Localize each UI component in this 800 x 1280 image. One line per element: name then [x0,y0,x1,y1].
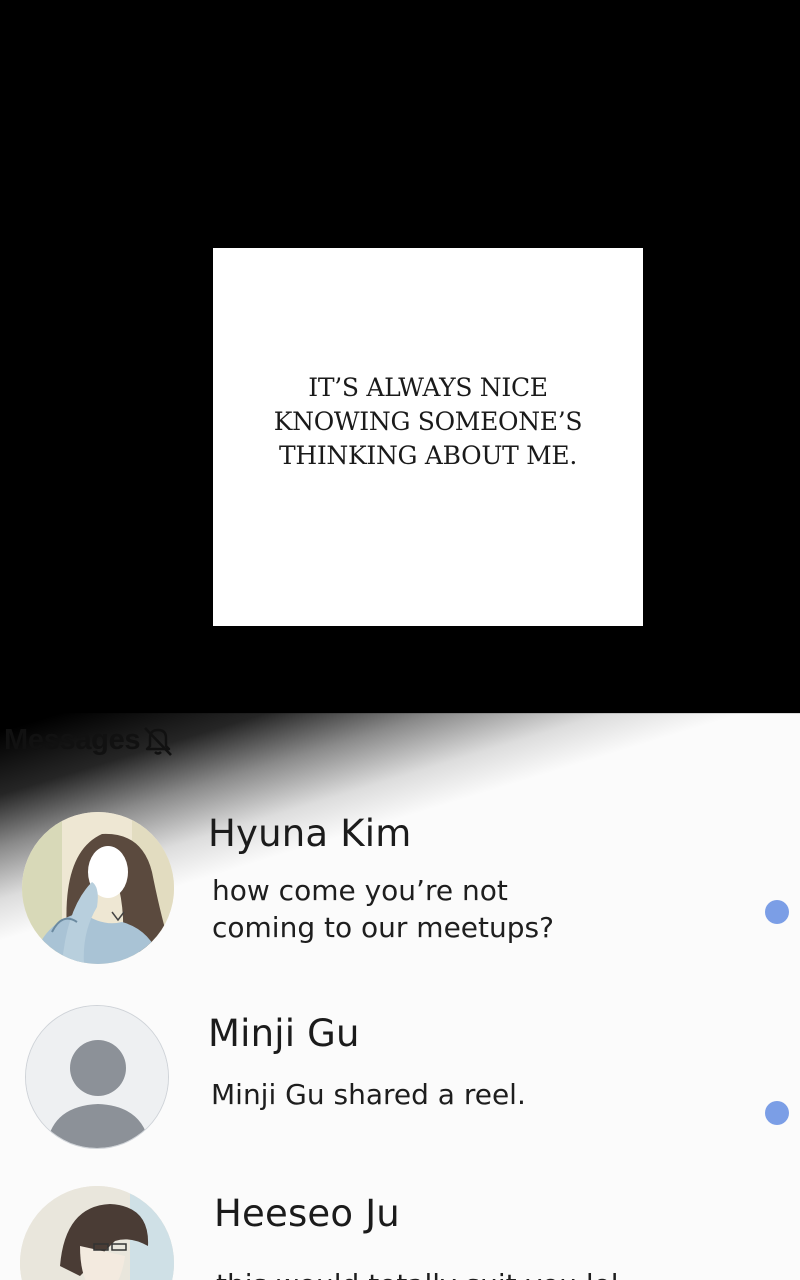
messages-screen: Hyuna Kim how come you’re not coming to … [0,713,800,1280]
avatar [22,812,174,964]
message-thread[interactable]: Hyuna Kim how come you’re not coming to … [0,794,800,984]
message-thread[interactable]: Heeseo Ju this would totally suit you lo… [0,1176,800,1280]
comic-panel: Hyuna Kim how come you’re not coming to … [0,0,800,1280]
thread-preview: this would totally suit you lol [216,1266,619,1280]
unread-dot [765,1101,789,1125]
thread-name: Hyuna Kim [208,812,412,855]
unread-dot [765,900,789,924]
avatar [20,1186,174,1280]
thread-name: Minji Gu [208,1012,360,1055]
message-thread[interactable]: Minji Gu Minji Gu shared a reel. [0,994,800,1154]
thread-name: Heeseo Ju [214,1192,400,1235]
thread-preview: Minji Gu shared a reel. [211,1078,526,1111]
illustrated-girl-avatar [22,812,174,964]
avatar [25,1005,169,1149]
messages-header: Messages [4,720,176,760]
illustrated-woman-avatar [20,1186,174,1280]
messages-title: Messages [4,723,141,756]
narration-box: IT’S ALWAYS NICE KNOWING SOMEONE’S THINK… [213,248,643,626]
bell-slash-icon[interactable] [140,722,176,758]
default-person-avatar [26,1006,168,1148]
narration-text: IT’S ALWAYS NICE KNOWING SOMEONE’S THINK… [273,373,583,470]
thread-preview: how come you’re not coming to our meetup… [212,874,554,944]
